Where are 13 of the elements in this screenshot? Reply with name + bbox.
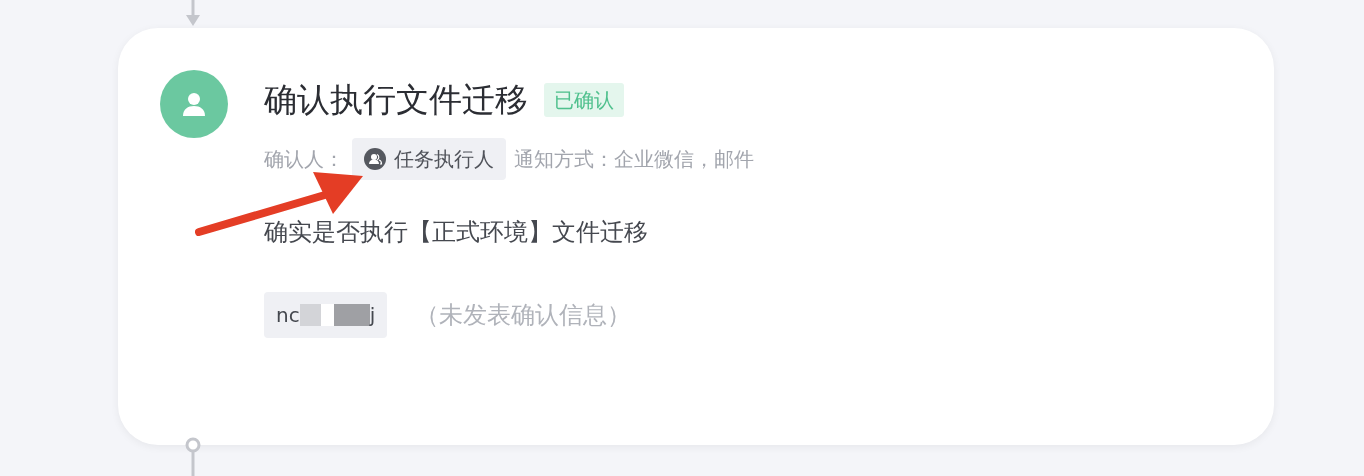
user-name: nc bbox=[276, 301, 300, 329]
step-description: 确实是否执行【正式环境】文件迁移 bbox=[264, 216, 649, 248]
user-name-end: j bbox=[369, 301, 376, 329]
redaction-mark bbox=[299, 303, 370, 326]
confirmer-tag: 任务执行人 bbox=[352, 137, 506, 180]
connector-arrow bbox=[186, 0, 200, 26]
step-title: 确认执行文件迁移 bbox=[264, 80, 528, 120]
no-comment-note: （未发表确认信息） bbox=[415, 299, 632, 331]
status-tag: 已确认 bbox=[544, 82, 624, 117]
notify-value: 企业微信，邮件 bbox=[614, 145, 754, 173]
confirmer-label: 确认人： bbox=[264, 145, 344, 173]
users-icon bbox=[364, 147, 386, 170]
notify-label: 通知方式： bbox=[514, 145, 614, 173]
